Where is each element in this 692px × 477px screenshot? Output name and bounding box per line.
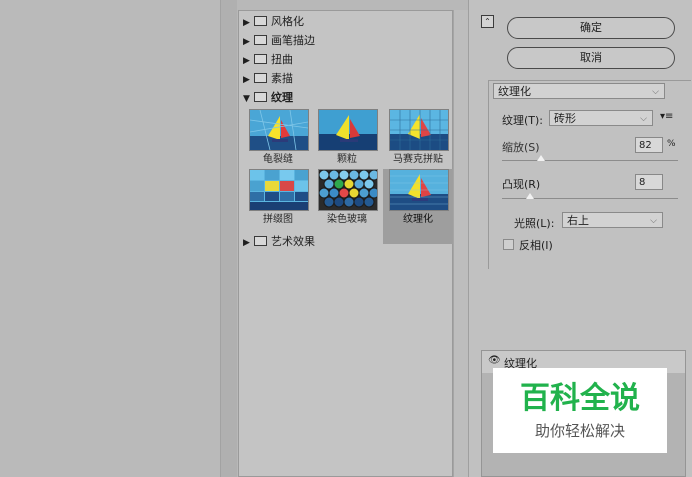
category-label: 纹理 — [271, 91, 293, 104]
chevron-down-icon: ⌵ — [650, 216, 657, 226]
relief-slider-handle[interactable] — [526, 193, 535, 199]
invert-label: 反相(I) — [519, 239, 553, 252]
scale-unit: % — [667, 139, 676, 149]
thumbnail-mosaic-tiles[interactable] — [389, 109, 449, 151]
filter-select[interactable]: 纹理化 ⌵ — [493, 83, 665, 99]
chevron-down-icon: ⌵ — [652, 87, 659, 97]
thumbnail-label: 龟裂缝 — [263, 154, 293, 165]
thumbnail-label: 颗粒 — [337, 154, 357, 165]
invert-checkbox[interactable] — [503, 239, 514, 250]
collapse-icon[interactable]: ⌃ — [481, 15, 494, 28]
thumbnail-texturizer[interactable] — [389, 169, 449, 211]
expand-arrow-icon: ▶ — [243, 18, 250, 28]
gallery-scrollbar[interactable] — [453, 10, 469, 477]
preview-scrollbar[interactable] — [220, 0, 237, 477]
category-artistic[interactable]: ▶ 艺术效果 — [243, 233, 315, 251]
category-texture[interactable]: ▼ 纹理 — [243, 89, 293, 107]
category-brush-strokes[interactable]: ▶ 画笔描边 — [243, 32, 315, 50]
category-distort[interactable]: ▶ 扭曲 — [243, 51, 293, 69]
thumbnail-grain[interactable] — [318, 109, 378, 151]
category-stylize[interactable]: ▶ 风格化 — [243, 13, 304, 31]
folder-icon — [254, 16, 267, 26]
cancel-button[interactable]: 取消 — [507, 47, 675, 69]
thumbnail-image — [319, 170, 377, 210]
folder-icon — [254, 236, 267, 246]
thumbnail-image — [250, 110, 308, 150]
watermark-title: 百科全说 — [520, 381, 640, 416]
texture-select-value: 砖形 — [554, 112, 576, 125]
folder-icon — [254, 35, 267, 45]
expand-arrow-icon: ▶ — [243, 56, 250, 66]
expand-arrow-icon: ▶ — [243, 75, 250, 85]
folder-open-icon — [254, 92, 267, 102]
filter-gallery: ▶ 风格化 ▶ 画笔描边 ▶ 扭曲 ▶ 素描 ▼ 纹理 龟裂缝 颗粒 马赛克拼贴 — [238, 10, 454, 477]
thumbnail-label: 拼缀图 — [263, 214, 293, 225]
relief-input[interactable]: 8 — [635, 174, 663, 190]
relief-label: 凸现(R) — [502, 178, 541, 191]
texture-label: 纹理(T): — [502, 114, 544, 127]
scale-slider-handle[interactable] — [536, 155, 545, 161]
thumbnail-image — [250, 170, 308, 210]
watermark: 百科全说 助你轻松解决 — [493, 368, 667, 453]
category-label: 扭曲 — [271, 53, 293, 66]
thumbnail-label: 纹理化 — [403, 214, 433, 225]
thumbnail-stained-glass[interactable] — [318, 169, 378, 211]
chevron-down-icon: ⌵ — [640, 114, 647, 124]
menu-icon[interactable]: ▾≡ — [660, 111, 673, 122]
folder-icon — [254, 54, 267, 64]
ok-button[interactable]: 确定 — [507, 17, 675, 39]
collapse-arrow-icon: ▼ — [243, 94, 250, 104]
scale-label: 缩放(S) — [502, 141, 540, 154]
thumbnail-image — [390, 110, 448, 150]
thumbnail-label: 染色玻璃 — [327, 214, 367, 225]
filter-select-value: 纹理化 — [498, 85, 531, 98]
category-label: 风格化 — [271, 15, 304, 28]
category-sketch[interactable]: ▶ 素描 — [243, 70, 293, 88]
light-label: 光照(L): — [514, 217, 555, 230]
thumbnail-patchwork[interactable] — [249, 169, 309, 211]
folder-icon — [254, 73, 267, 83]
thumbnail-image — [319, 110, 377, 150]
expand-arrow-icon: ▶ — [243, 37, 250, 47]
scale-input[interactable]: 82 — [635, 137, 663, 153]
expand-arrow-icon: ▶ — [243, 238, 250, 248]
category-label: 素描 — [271, 72, 293, 85]
thumbnail-craquelure[interactable] — [249, 109, 309, 151]
thumbnail-label: 马赛克拼贴 — [393, 154, 443, 165]
light-select[interactable]: 右上 ⌵ — [562, 212, 663, 228]
light-select-value: 右上 — [567, 214, 589, 227]
scale-slider[interactable] — [502, 160, 678, 161]
category-label: 艺术效果 — [271, 235, 315, 248]
watermark-subtitle: 助你轻松解决 — [534, 422, 625, 440]
texture-select[interactable]: 砖形 ⌵ — [549, 110, 653, 126]
thumbnail-image — [390, 170, 448, 210]
preview-canvas[interactable] — [0, 0, 220, 477]
category-label: 画笔描边 — [271, 34, 315, 47]
eye-icon[interactable]: 👁 — [488, 355, 501, 366]
